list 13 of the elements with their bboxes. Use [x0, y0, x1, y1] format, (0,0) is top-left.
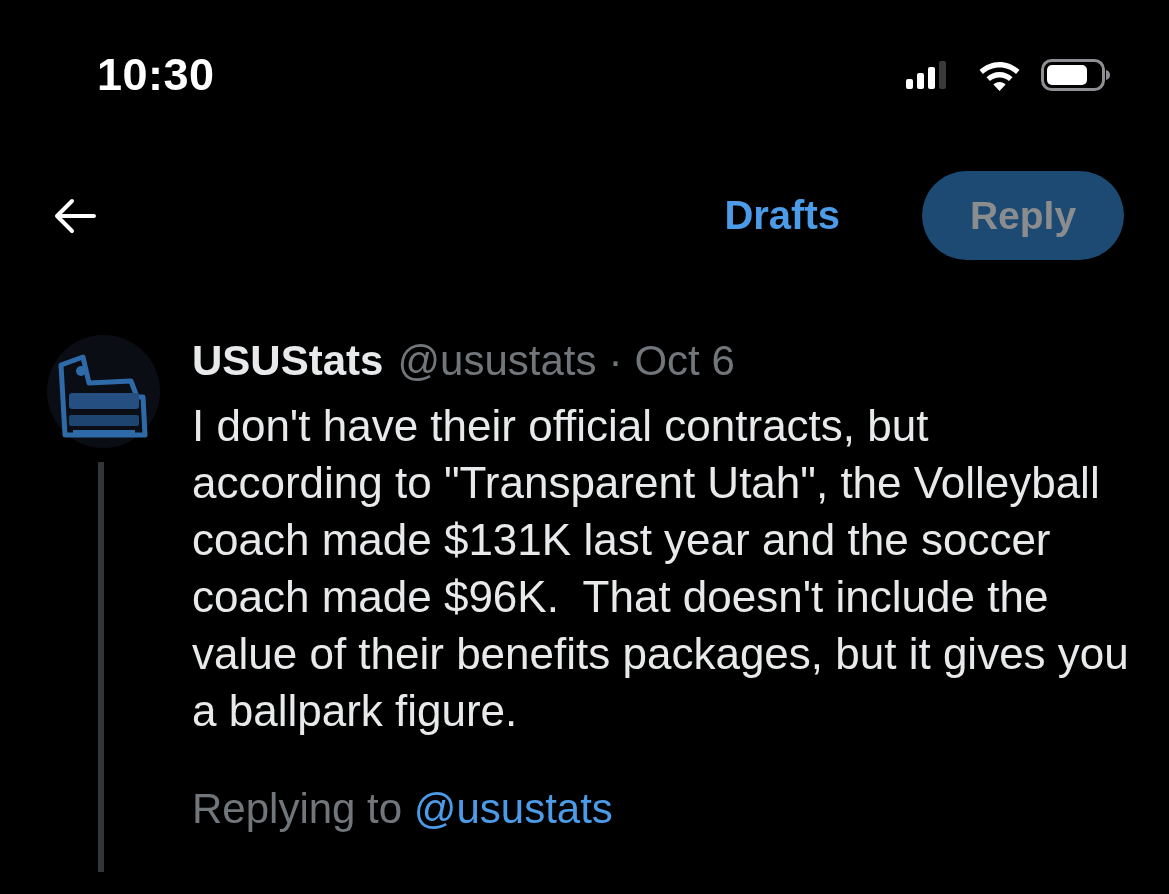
replying-to-text: Replying to @usustats: [192, 784, 614, 834]
status-time: 10:30: [97, 49, 215, 101]
signal-icon: [906, 61, 946, 89]
replying-to-handle-link[interactable]: @usustats: [413, 785, 613, 832]
tweet-date: Oct 6: [634, 337, 735, 385]
back-arrow-icon: [52, 197, 96, 234]
separator-dot: ·: [608, 337, 623, 385]
author-name: USUStats: [192, 337, 384, 385]
battery-icon: [1041, 58, 1111, 92]
back-button[interactable]: [52, 196, 96, 235]
author-handle: @usustats: [397, 337, 597, 385]
tweet-text: I don't have their official contracts, but according to "Transparent Utah", the Volleyball coach made $131K last year and the soccer coach made $96K. That doesn't include the value of their benefits packages, but it gives you a ballpark figure.: [192, 400, 1130, 737]
drafts-button[interactable]: Drafts: [724, 193, 840, 238]
